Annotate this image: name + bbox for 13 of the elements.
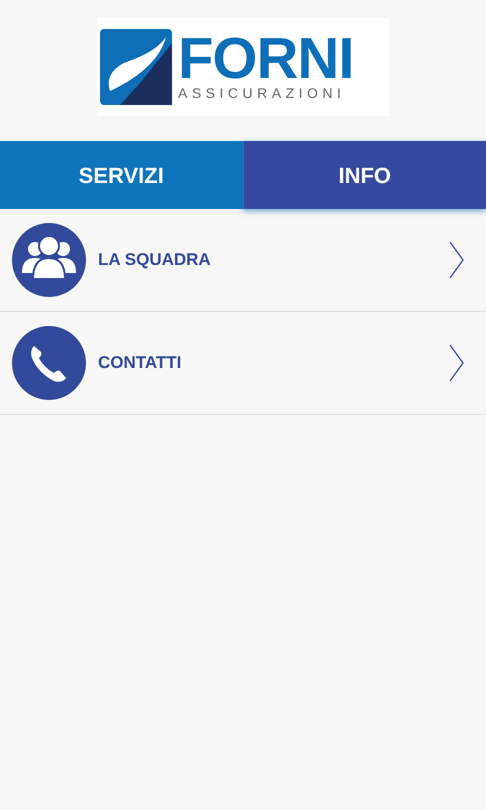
tab[interactable]: SERVIZI [0, 141, 242, 209]
chevron-right-icon [448, 241, 464, 279]
wing-logo-icon [100, 29, 172, 105]
phone-icon [12, 326, 86, 400]
item-label: LA SQUADRA [98, 249, 212, 272]
logo-wordmark: FORNI [178, 33, 354, 85]
logo-tagline: ASSICURAZIONI [178, 85, 346, 101]
group-icon [12, 223, 86, 297]
list-item[interactable]: LA SQUADRA [0, 209, 486, 312]
chevron-right-icon [448, 344, 464, 382]
list-item[interactable]: CONTATTI [0, 312, 486, 415]
tab[interactable]: INFO [242, 141, 486, 209]
item-label: CONTATTI [98, 352, 182, 374]
